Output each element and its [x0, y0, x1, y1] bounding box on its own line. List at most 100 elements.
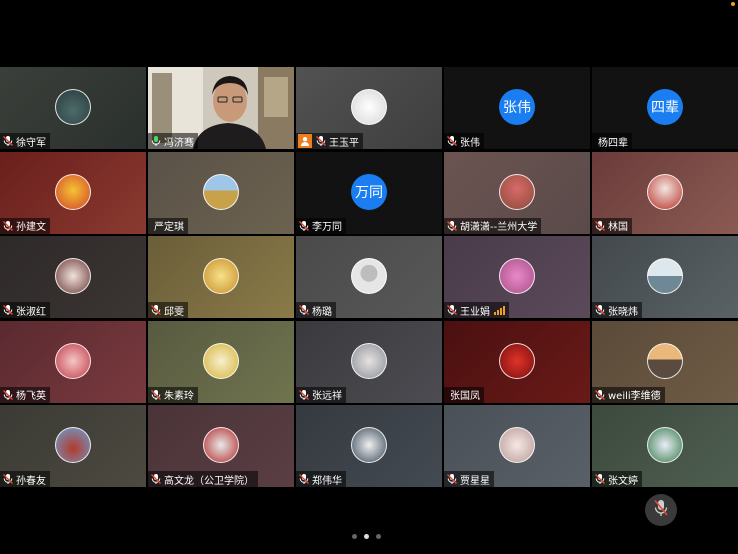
mic-muted-icon: [150, 389, 162, 401]
participant-name: 朱素玲: [164, 391, 194, 402]
mic-muted-icon: [298, 473, 310, 485]
initials-avatar: 张伟: [499, 89, 535, 125]
participant-tile[interactable]: 贾星星: [444, 405, 590, 487]
participant-tile[interactable]: 胡潇潇--兰州大学: [444, 151, 590, 234]
participant-name: 李万同: [312, 222, 342, 233]
page-dot[interactable]: [352, 534, 357, 539]
mic-muted-icon: [446, 304, 458, 316]
participant-name: 贾星星: [460, 475, 490, 487]
participant-name: 张国凤: [450, 391, 480, 402]
mic-muted-icon: [2, 473, 14, 485]
name-plate: 严定琪: [148, 217, 188, 234]
participant-name: 张文婷: [608, 475, 638, 487]
participant-name: 张晓炜: [608, 306, 638, 318]
avatar: [499, 427, 535, 463]
name-plate: weili李维德: [592, 386, 665, 403]
avatar: [203, 342, 239, 379]
participant-tile[interactable]: 徐守军: [0, 67, 146, 149]
participant-tile[interactable]: 杨飞英: [0, 320, 146, 403]
name-plate: 杨四辈: [592, 133, 632, 149]
participant-tile[interactable]: 四辈 杨四辈: [592, 67, 738, 149]
name-plate: 贾星星: [444, 471, 494, 487]
avatar: [55, 89, 91, 125]
participant-name: 邱雯: [164, 306, 184, 318]
participant-name: weili李维德: [608, 391, 661, 402]
avatar: [351, 342, 387, 379]
participant-tile[interactable]: 朱素玲: [148, 320, 294, 403]
avatar: [55, 258, 91, 294]
participant-tile[interactable]: 张文婷: [592, 405, 738, 487]
name-plate: 郑伟华: [296, 471, 346, 487]
status-indicator-dot: [731, 2, 735, 6]
participant-name: 高文龙（公卫学院）: [164, 475, 254, 487]
name-plate: 张远祥: [296, 386, 346, 403]
participant-tile[interactable]: 张国凤: [444, 320, 590, 403]
participant-name: 孙建文: [16, 222, 46, 233]
participant-tile[interactable]: 孙建文: [0, 151, 146, 234]
avatar: [499, 173, 535, 210]
participant-tile[interactable]: 张晓炜: [592, 236, 738, 318]
mic-muted-icon: [594, 220, 606, 232]
participant-tile[interactable]: weili李维德: [592, 320, 738, 403]
participant-name: 杨飞英: [16, 391, 46, 402]
mic-muted-icon: [2, 220, 14, 232]
page-indicator[interactable]: [352, 534, 381, 539]
avatar: [55, 342, 91, 379]
participant-tile[interactable]: 冯济骞: [148, 67, 294, 149]
participant-tile[interactable]: 孙春友: [0, 405, 146, 487]
mic-muted-icon: [150, 304, 162, 316]
participant-tile[interactable]: 郑伟华: [296, 405, 442, 487]
participant-tile[interactable]: 王业娟: [444, 236, 590, 318]
page-dot[interactable]: [364, 534, 369, 539]
name-plate: 张国凤: [444, 386, 484, 403]
name-plate: 冯济骞: [148, 133, 198, 149]
participant-name: 王业娟: [460, 306, 490, 318]
participant-tile[interactable]: 张淑红: [0, 236, 146, 318]
mute-button[interactable]: [645, 494, 677, 526]
name-plate: 徐守军: [0, 133, 50, 149]
avatar: [203, 427, 239, 463]
name-plate: 张晓炜: [592, 302, 642, 318]
participant-name: 徐守军: [16, 137, 46, 149]
avatar: [351, 89, 387, 125]
participant-name: 严定琪: [154, 222, 184, 233]
participant-tile[interactable]: 邱雯: [148, 236, 294, 318]
name-plate: 王玉平: [296, 133, 363, 149]
participant-name: 林国: [608, 222, 628, 233]
avatar: [203, 258, 239, 294]
participant-name: 张远祥: [312, 391, 342, 402]
participant-tile[interactable]: 张伟 张伟: [444, 67, 590, 149]
mic-muted-icon: [298, 389, 310, 401]
avatar: [351, 258, 387, 294]
avatar: [499, 342, 535, 379]
name-plate: 邱雯: [148, 302, 188, 318]
mic-muted-icon: [298, 220, 310, 232]
participant-tile[interactable]: 严定琪: [148, 151, 294, 234]
mic-muted-icon: [446, 135, 458, 147]
name-plate: 朱素玲: [148, 386, 198, 403]
participant-tile[interactable]: 杨璐: [296, 236, 442, 318]
participant-tile[interactable]: 王玉平: [296, 67, 442, 149]
participant-tile[interactable]: 林国: [592, 151, 738, 234]
name-plate: 杨璐: [296, 302, 336, 318]
name-plate: 王业娟: [444, 302, 509, 318]
participant-tile[interactable]: 高文龙（公卫学院）: [148, 405, 294, 487]
participant-name: 王玉平: [329, 137, 359, 149]
signal-strength-icon: [494, 305, 505, 315]
name-plate: 孙建文: [0, 217, 50, 234]
mic-muted-icon: [446, 220, 458, 232]
name-plate: 高文龙（公卫学院）: [148, 471, 258, 487]
participant-name: 孙春友: [16, 475, 46, 487]
mic-active-icon: [150, 135, 162, 147]
avatar: [55, 427, 91, 463]
mic-muted-icon: [150, 473, 162, 485]
initials-avatar: 万同: [351, 173, 387, 210]
name-plate: 张淑红: [0, 302, 50, 318]
participant-tile[interactable]: 张远祥: [296, 320, 442, 403]
mic-muted-icon: [298, 304, 310, 316]
participant-name: 冯济骞: [164, 137, 194, 149]
page-dot[interactable]: [376, 534, 381, 539]
name-plate: 胡潇潇--兰州大学: [444, 217, 542, 234]
avatar: [647, 173, 683, 210]
participant-tile[interactable]: 万同李万同: [296, 151, 442, 234]
